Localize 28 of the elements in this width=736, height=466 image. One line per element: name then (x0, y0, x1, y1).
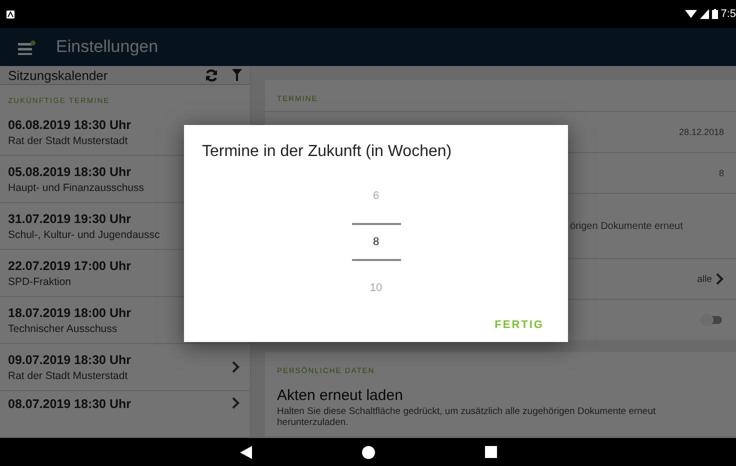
wifi-icon (684, 9, 697, 19)
done-button[interactable]: FERTIG (490, 315, 548, 335)
menu-icon[interactable] (18, 40, 36, 54)
toggle-switch[interactable] (700, 313, 724, 327)
home-icon[interactable] (362, 446, 374, 458)
chevron-right-icon (232, 397, 240, 409)
setting-title[interactable]: Akten erneut laden (265, 383, 736, 406)
notification-icon (6, 10, 15, 18)
recents-icon[interactable] (484, 446, 496, 458)
back-icon[interactable] (240, 446, 252, 458)
picker-option[interactable]: 10 (352, 265, 400, 311)
setting-description: örigen Dokumente erneut (570, 220, 683, 232)
refresh-icon[interactable] (205, 68, 218, 82)
app-title: Einstellungen (56, 37, 158, 57)
picker-option[interactable]: 6 (352, 173, 400, 219)
meeting-item[interactable]: 09.07.2019 18:30 Uhr Rat der Stadt Musterstadt (0, 344, 250, 391)
setting-value: 28.12.2018 (678, 127, 724, 137)
panel-title: Sitzungskalender (8, 68, 109, 82)
battery-icon (712, 9, 718, 19)
chevron-right-icon (232, 361, 240, 373)
setting-value: 8 (718, 168, 724, 178)
setting-description: Halten Sie diese Schaltfläche gedrückt, um zusätzlich alle zugehörigen Dokumente erneut herunterzuladen. (276, 406, 657, 430)
picker-option[interactable]: 8 (352, 223, 400, 261)
clock: 7:5 (720, 8, 736, 20)
setting-link[interactable]: alle (697, 273, 724, 285)
filter-icon[interactable] (232, 69, 242, 81)
signal-icon (700, 9, 709, 19)
chevron-right-icon (716, 273, 724, 285)
